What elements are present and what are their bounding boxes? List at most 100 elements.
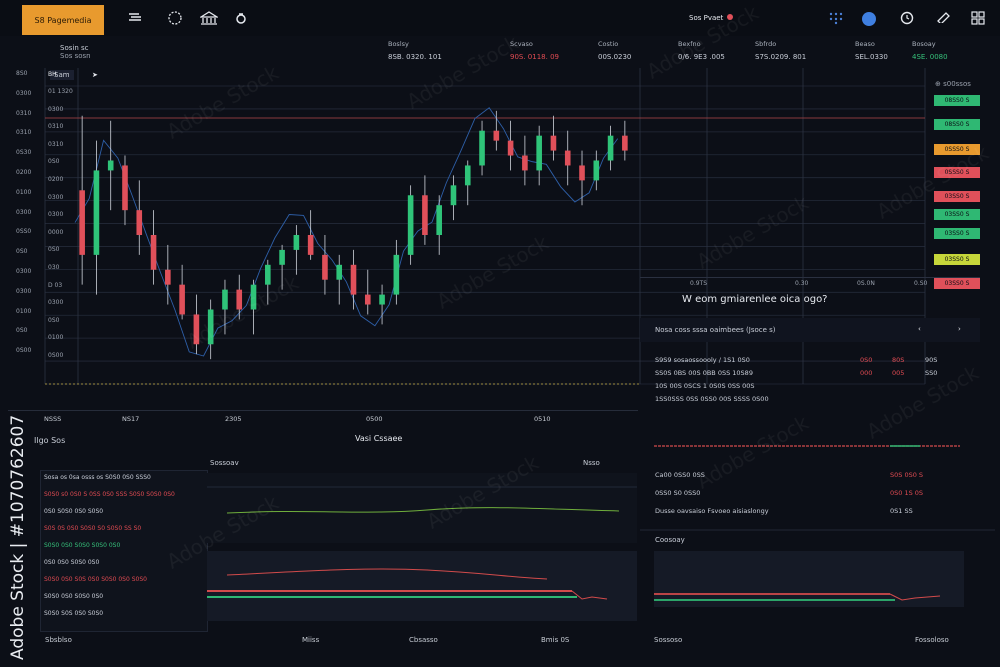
candle-body xyxy=(393,254,400,295)
order-button[interactable]: 08SS0 S xyxy=(934,119,980,130)
axis-price: 030 xyxy=(48,264,60,271)
candle-body xyxy=(93,170,100,255)
ticker-value: 8SB. 0320. 101 xyxy=(388,53,442,61)
clock-icon[interactable] xyxy=(899,11,915,25)
axis-price: 0S0 xyxy=(48,158,60,166)
axis-price: 01 1320 xyxy=(48,88,73,95)
ticker-value: S7S.0209. 801 xyxy=(755,53,807,61)
axis-mark: 0S00 xyxy=(16,347,32,355)
candle-body xyxy=(250,284,257,310)
axis-mark: 0200 xyxy=(16,169,32,176)
candle-body xyxy=(422,195,428,235)
side-cell: SS0S 0BS 00S 0BB 0SS 10S89 xyxy=(655,369,753,377)
bank-icon[interactable] xyxy=(198,11,220,25)
candle-body xyxy=(322,254,328,280)
divider xyxy=(640,277,980,278)
top-bar xyxy=(0,0,1000,36)
right-mark: 0.9TS xyxy=(690,280,708,287)
bottom-divider xyxy=(8,410,638,411)
axis-price: 0100 xyxy=(48,334,64,342)
axis-price: 0S0 xyxy=(48,316,60,324)
candle-body xyxy=(622,135,628,151)
bottom-panel-label: Sossoav xyxy=(210,459,239,467)
order-button[interactable]: 03SS0 S xyxy=(934,228,980,239)
side-cell: 10S 00S 0SCS 1 0S0S 0SS 00S xyxy=(655,382,755,390)
order-button[interactable]: 0SSS0 S xyxy=(934,144,980,155)
footer-label: Sossoso xyxy=(654,636,683,644)
bell-icon[interactable] xyxy=(233,11,249,25)
ticker-label: Bosoay xyxy=(912,40,936,48)
candle-body xyxy=(279,249,285,265)
candle-body xyxy=(536,135,542,171)
side-cell: 80S xyxy=(892,356,905,364)
candle-body xyxy=(493,130,500,141)
candle-body xyxy=(593,160,600,181)
bottom-chart-panel xyxy=(207,551,637,621)
cursor-icon: ➤ xyxy=(92,71,98,79)
time-label: NSSS xyxy=(44,415,62,423)
right-mark: 0.S0 xyxy=(914,280,928,287)
candlestick-chart[interactable] xyxy=(0,62,1000,422)
side-subtitle: Nosa coss sssa oaimbees (Jsoce s) xyxy=(655,326,776,334)
bottom-right-charts xyxy=(640,445,995,607)
axis-mark: 0300 xyxy=(16,208,32,216)
bottom-line-charts xyxy=(207,473,637,621)
bottom-center-title: Vasi Cssaee xyxy=(355,434,403,443)
footer-label: Fossoloso xyxy=(915,636,949,644)
news-item: 0S0 0S0 S0S0 0S0 xyxy=(44,559,100,566)
notification-dot xyxy=(727,14,733,20)
axis-price: 0200 xyxy=(48,176,64,183)
candle-body xyxy=(579,165,585,181)
globe-icon[interactable] xyxy=(167,11,183,25)
order-panel-header: ⊕ s00ssos xyxy=(935,80,971,88)
order-button[interactable]: 03SS0 S xyxy=(934,278,980,289)
candle-body xyxy=(79,190,85,255)
ticker-label: Bexfno xyxy=(678,40,701,48)
news-item: S0S0 0S0 S0S 0S0 S0S0 0S0 S0S0 xyxy=(44,576,147,583)
account-label[interactable]: Sos Pvaet xyxy=(689,14,723,22)
watermark-strip: Adobe Stock | #1070762607 xyxy=(8,414,28,660)
axis-price: 0310 xyxy=(48,140,64,148)
chevron-right-icon[interactable]: › xyxy=(958,325,961,333)
axis-mark: 0300 xyxy=(16,287,32,295)
indicator-line xyxy=(74,107,619,357)
side-cell: 1SS0SSS 0SS 0SS0 00S SSSS 0S00 xyxy=(655,395,769,403)
news-item: S0S0 S0S 0S0 S0S0 xyxy=(44,610,104,617)
candle-body xyxy=(293,235,300,250)
symbol-name: Sosin sc xyxy=(60,44,89,52)
bottom-chart-panel xyxy=(207,473,637,543)
candle-body xyxy=(165,269,171,285)
axis-mark: 0100 xyxy=(16,307,32,315)
axis-mark: 0310 xyxy=(16,109,32,117)
apps-icon[interactable] xyxy=(828,11,844,25)
right-mark: 0.30 xyxy=(795,280,809,287)
brand-button[interactable]: S8 Pagemedia xyxy=(22,5,104,35)
axis-price: 0300 xyxy=(48,211,64,219)
bottom-left-title: Ilgo Sos xyxy=(34,436,66,445)
candle-body xyxy=(107,160,114,171)
chevron-left-icon[interactable]: ‹ xyxy=(918,325,921,333)
footer-label: Miiss xyxy=(302,636,320,644)
order-button[interactable]: 03SS0 S xyxy=(934,209,980,220)
order-button[interactable]: 08SS0 S xyxy=(934,95,980,106)
axis-price: 0S00 xyxy=(48,352,64,359)
axis-mark: 0S0 xyxy=(16,248,28,256)
right-chart-panel xyxy=(654,551,964,607)
candle-body xyxy=(522,155,528,171)
news-item: S0S 0S 0S0 S0S0 S0 S0S0 SS S0 xyxy=(44,525,142,532)
time-label: 0500 xyxy=(366,415,383,423)
menu-icon[interactable] xyxy=(128,11,144,25)
footer-label: Sbsblso xyxy=(45,636,72,644)
grid-icon[interactable] xyxy=(970,11,986,25)
axis-mark: 8S0 xyxy=(16,70,28,77)
edit-icon[interactable] xyxy=(936,11,952,25)
order-button[interactable]: 0SSS0 S xyxy=(934,167,980,178)
candle-body xyxy=(136,210,143,235)
profile-icon[interactable] xyxy=(862,12,876,26)
news-item: S0S0 s0 0S0 S 0SS 0S0 SSS S0S0 S0S0 0S0 xyxy=(44,491,175,498)
candle-body xyxy=(307,235,314,255)
candle-body xyxy=(407,195,414,255)
order-button[interactable]: 03SS0 S xyxy=(934,254,980,265)
footer-label: Bmis 0S xyxy=(541,636,570,644)
order-button[interactable]: 03SS0 S xyxy=(934,191,980,202)
